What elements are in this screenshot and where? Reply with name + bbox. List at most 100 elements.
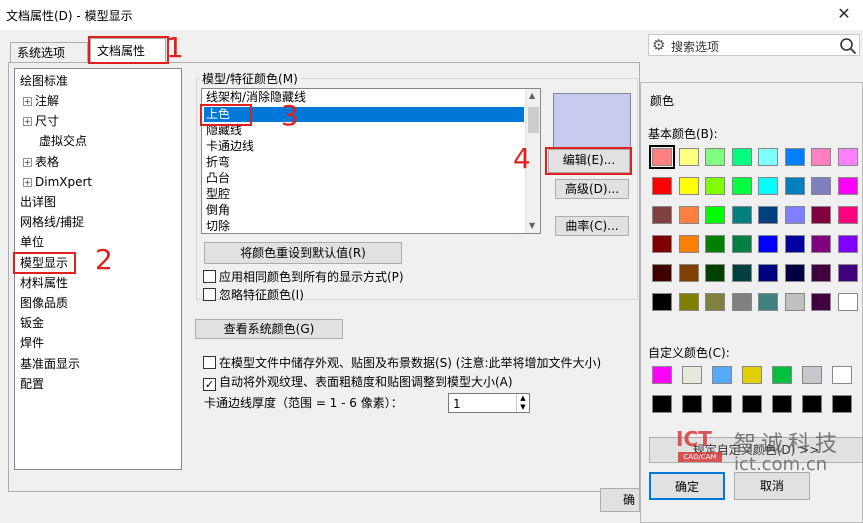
list-item[interactable]: 切除 xyxy=(206,219,230,233)
expand-icon[interactable]: + xyxy=(23,117,32,126)
basic-color-swatch[interactable] xyxy=(758,264,778,282)
basic-color-swatch[interactable] xyxy=(652,235,672,253)
basic-color-swatch[interactable] xyxy=(837,235,858,253)
custom-color-swatch[interactable] xyxy=(832,395,852,413)
basic-color-swatch[interactable] xyxy=(652,206,672,224)
basic-color-swatch[interactable] xyxy=(837,264,858,282)
custom-color-swatch[interactable] xyxy=(652,395,672,413)
custom-color-swatch[interactable] xyxy=(742,366,762,384)
basic-color-swatch[interactable] xyxy=(731,177,752,195)
reset-colors-button[interactable]: 将颜色重设到默认值(R) xyxy=(204,242,402,264)
tree-item-units[interactable]: 单位 xyxy=(20,234,44,250)
basic-color-swatch[interactable] xyxy=(705,148,725,166)
basic-color-swatch[interactable] xyxy=(731,206,752,224)
checkbox-box[interactable] xyxy=(203,288,216,301)
basic-color-swatch[interactable] xyxy=(811,293,831,311)
basic-color-swatch[interactable] xyxy=(758,148,778,166)
curvature-button[interactable]: 曲率(C)... xyxy=(555,216,629,236)
basic-color-swatch[interactable] xyxy=(678,206,699,224)
tree-item-plane-display[interactable]: 基准面显示 xyxy=(20,356,80,372)
basic-color-swatch[interactable] xyxy=(837,206,858,224)
basic-color-swatch[interactable] xyxy=(758,206,778,224)
tree-item-configurations[interactable]: 配置 xyxy=(20,376,44,392)
checkbox-box[interactable] xyxy=(203,270,216,283)
basic-color-swatch[interactable] xyxy=(649,145,675,169)
view-system-colors-button[interactable]: 查看系统颜色(G) xyxy=(195,319,343,339)
spin-up-icon[interactable]: ▲ xyxy=(516,394,529,403)
list-item[interactable]: 倒角 xyxy=(206,203,230,218)
scroll-thumb[interactable] xyxy=(528,107,539,133)
basic-color-swatch[interactable] xyxy=(811,264,831,282)
expand-icon[interactable]: + xyxy=(23,178,32,187)
edge-thickness-value[interactable]: 1 xyxy=(453,397,461,411)
search-icon[interactable] xyxy=(839,37,857,55)
scroll-up-arrow[interactable]: ▲ xyxy=(529,91,535,100)
tree-item-material-properties[interactable]: 材料属性 xyxy=(20,275,68,291)
tree-item-detailing[interactable]: 出详图 xyxy=(20,194,56,210)
basic-color-swatch[interactable] xyxy=(678,235,699,253)
basic-color-swatch[interactable] xyxy=(678,264,699,282)
basic-color-swatch[interactable] xyxy=(784,264,805,282)
basic-color-swatch[interactable] xyxy=(731,293,752,311)
tab-system-options[interactable]: 系统选项(S) xyxy=(10,42,88,80)
basic-color-swatch[interactable] xyxy=(811,206,831,224)
tree-item-weldments[interactable]: 焊件 xyxy=(20,335,44,351)
tree-item-tables[interactable]: + 表格 xyxy=(23,154,59,170)
basic-color-swatch[interactable] xyxy=(784,148,805,166)
custom-color-swatch[interactable] xyxy=(772,366,792,384)
basic-color-swatch[interactable] xyxy=(784,293,805,311)
custom-color-swatch[interactable] xyxy=(652,366,672,384)
ok-button-main[interactable]: 确 xyxy=(600,488,640,512)
basic-color-swatch[interactable] xyxy=(678,293,699,311)
basic-color-swatch[interactable] xyxy=(678,148,699,166)
spin-down-icon[interactable]: ▼ xyxy=(516,403,529,412)
expand-icon[interactable]: + xyxy=(23,158,32,167)
basic-color-swatch[interactable] xyxy=(758,235,778,253)
auto-scale-checkbox[interactable]: ✓ 自动将外观纹理、表面粗糙度和贴图调整到模型大小(A) xyxy=(203,375,513,391)
basic-color-swatch[interactable] xyxy=(811,148,831,166)
tree-item-drafting-standard[interactable]: 绘图标准 xyxy=(20,73,68,89)
basic-color-swatch[interactable] xyxy=(731,148,752,166)
basic-color-swatch[interactable] xyxy=(705,206,725,224)
checkbox-box[interactable]: ✓ xyxy=(203,378,216,391)
color-item-list[interactable]: 线架构/消除隐藏线 上色 隐藏线 卡通边线 折弯 凸台 型腔 倒角 切除 ▲ ▼ xyxy=(201,88,541,234)
list-item[interactable]: 折弯 xyxy=(206,155,230,170)
custom-color-swatch[interactable] xyxy=(772,395,792,413)
close-button[interactable]: ✕ xyxy=(830,2,858,26)
basic-color-swatch[interactable] xyxy=(652,293,672,311)
custom-color-swatch[interactable] xyxy=(712,366,732,384)
tree-item-grid-snap[interactable]: 网格线/捕捉 xyxy=(20,214,84,230)
search-box[interactable]: ⚙ 搜索选项 xyxy=(648,34,860,56)
basic-color-swatch[interactable] xyxy=(705,177,725,195)
basic-color-swatch[interactable] xyxy=(731,264,752,282)
basic-color-swatch[interactable] xyxy=(837,293,858,311)
tree-item-dimensions[interactable]: + 尺寸 xyxy=(23,113,59,129)
basic-color-swatch[interactable] xyxy=(705,293,725,311)
basic-color-swatch[interactable] xyxy=(784,177,805,195)
basic-color-swatch[interactable] xyxy=(705,264,725,282)
list-item[interactable]: 型腔 xyxy=(206,187,230,202)
basic-color-swatch[interactable] xyxy=(784,206,805,224)
tree-item-sheet-metal[interactable]: 钣金 xyxy=(20,315,44,331)
custom-color-swatch[interactable] xyxy=(802,366,822,384)
list-item[interactable]: 凸台 xyxy=(206,171,230,186)
basic-color-swatch[interactable] xyxy=(758,177,778,195)
basic-color-swatch[interactable] xyxy=(811,235,831,253)
basic-color-swatch[interactable] xyxy=(705,235,725,253)
custom-color-swatch[interactable] xyxy=(682,366,702,384)
custom-color-swatch[interactable] xyxy=(832,366,852,384)
basic-color-swatch[interactable] xyxy=(678,177,699,195)
basic-color-swatch[interactable] xyxy=(811,177,831,195)
basic-color-swatch[interactable] xyxy=(731,235,752,253)
custom-color-swatch[interactable] xyxy=(682,395,702,413)
scroll-down-arrow[interactable]: ▼ xyxy=(529,221,535,230)
expand-icon[interactable]: + xyxy=(23,97,32,106)
list-item[interactable]: 卡通边线 xyxy=(206,139,254,154)
basic-color-swatch[interactable] xyxy=(652,264,672,282)
basic-color-swatch[interactable] xyxy=(837,148,858,166)
edge-thickness-spinner[interactable]: 1 ▲ ▼ xyxy=(448,393,530,413)
tree-item-virtual-sharps[interactable]: 虚拟交点 xyxy=(39,133,87,149)
basic-color-swatch[interactable] xyxy=(837,177,858,195)
store-appearance-checkbox[interactable]: 在模型文件中储存外观、贴图及布景数据(S) (注意:此举将增加文件大小) xyxy=(203,356,601,370)
custom-color-swatch[interactable] xyxy=(802,395,822,413)
